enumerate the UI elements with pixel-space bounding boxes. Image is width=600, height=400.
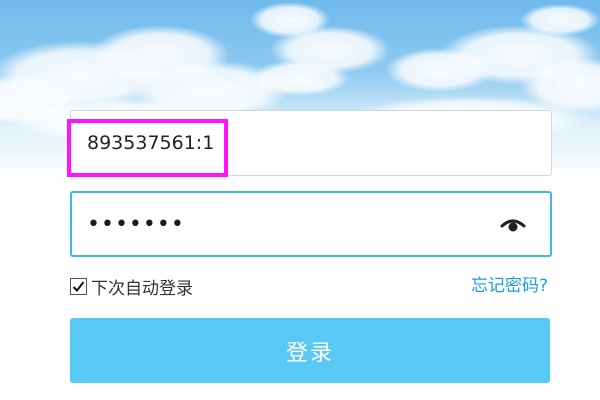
password-field[interactable]: ••••••• [70,191,552,257]
remember-checkbox[interactable] [70,277,87,295]
login-button-label: 登录 [285,340,334,366]
forgot-password-link[interactable]: 忘记密码? [471,274,548,298]
highlight-annotation-box [67,119,228,177]
login-window: 893537561:1 ••••••• 下次自动登录 忘记密码? 登录 [0,0,600,400]
eye-icon[interactable] [500,215,526,235]
password-value: ••••••• [87,211,185,237]
login-button[interactable]: 登录 [70,318,550,383]
remember-row: 下次自动登录 [70,274,193,299]
checkmark-icon [72,280,85,292]
remember-label[interactable]: 下次自动登录 [91,274,193,299]
